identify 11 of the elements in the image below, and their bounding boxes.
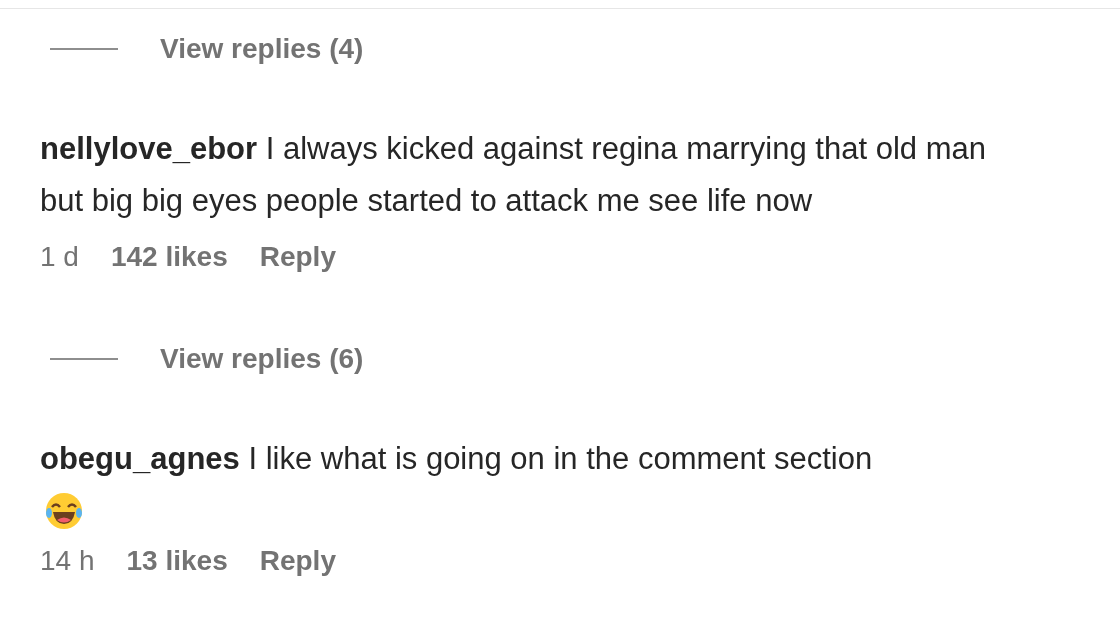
laughing-emoji-icon — [44, 491, 84, 531]
likes-count: 13 likes — [126, 545, 228, 577]
comment-text: obegu_agnes I like what is going on in the comment section — [40, 440, 874, 478]
view-replies-link[interactable]: View replies (4) — [160, 33, 364, 65]
comment-time: 14 h — [40, 545, 95, 577]
reply-link[interactable]: Reply — [259, 241, 336, 273]
reply-link[interactable]: Reply — [259, 545, 336, 577]
view-replies-link[interactable]: View replies (6) — [160, 343, 364, 375]
comment-text: nellylove_ebor I always kicked against regina marrying that old man but big big eyes people started to attack me see life now — [40, 130, 987, 220]
likes-count: 142 likes — [110, 241, 228, 273]
comment-time: 1 d — [40, 241, 79, 273]
